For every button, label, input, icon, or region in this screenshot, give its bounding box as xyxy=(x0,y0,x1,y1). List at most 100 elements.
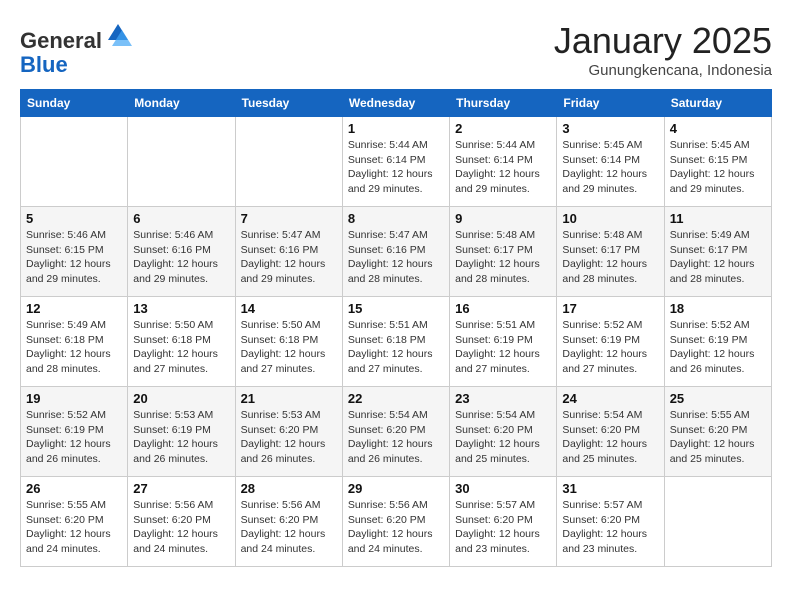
calendar-cell: 22 Sunrise: 5:54 AM Sunset: 6:20 PM Dayli… xyxy=(342,387,449,477)
calendar-cell xyxy=(128,117,235,207)
day-number: 25 xyxy=(670,391,766,406)
calendar-cell: 3 Sunrise: 5:45 AM Sunset: 6:14 PM Daylig… xyxy=(557,117,664,207)
day-info: Sunrise: 5:44 AM Sunset: 6:14 PM Dayligh… xyxy=(348,138,444,197)
calendar-cell: 21 Sunrise: 5:53 AM Sunset: 6:20 PM Dayli… xyxy=(235,387,342,477)
day-info: Sunrise: 5:54 AM Sunset: 6:20 PM Dayligh… xyxy=(348,408,444,467)
calendar-cell: 20 Sunrise: 5:53 AM Sunset: 6:19 PM Dayli… xyxy=(128,387,235,477)
weekday-header-cell: Monday xyxy=(128,90,235,117)
calendar-week-row: 1Sunrise: 5:44 AM Sunset: 6:14 PM Daylig… xyxy=(21,117,772,207)
day-info: Sunrise: 5:54 AM Sunset: 6:20 PM Dayligh… xyxy=(562,408,658,467)
day-number: 21 xyxy=(241,391,337,406)
day-info: Sunrise: 5:53 AM Sunset: 6:19 PM Dayligh… xyxy=(133,408,229,467)
day-number: 9 xyxy=(455,211,551,226)
calendar-cell: 15Sunrise: 5:51 AM Sunset: 6:18 PM Dayli… xyxy=(342,297,449,387)
day-info: Sunrise: 5:50 AM Sunset: 6:18 PM Dayligh… xyxy=(241,318,337,377)
day-info: Sunrise: 5:56 AM Sunset: 6:20 PM Dayligh… xyxy=(348,498,444,557)
day-number: 20 xyxy=(133,391,229,406)
day-number: 22 xyxy=(348,391,444,406)
weekday-header-cell: Sunday xyxy=(21,90,128,117)
calendar-table: SundayMondayTuesdayWednesdayThursdayFrid… xyxy=(20,89,772,567)
day-info: Sunrise: 5:47 AM Sunset: 6:16 PM Dayligh… xyxy=(241,228,337,287)
calendar-cell: 29 Sunrise: 5:56 AM Sunset: 6:20 PM Dayli… xyxy=(342,477,449,567)
day-info: Sunrise: 5:49 AM Sunset: 6:18 PM Dayligh… xyxy=(26,318,122,377)
day-number: 4 xyxy=(670,121,766,136)
day-info: Sunrise: 5:52 AM Sunset: 6:19 PM Dayligh… xyxy=(670,318,766,377)
logo-general-text: General xyxy=(20,28,102,53)
day-number: 13 xyxy=(133,301,229,316)
day-number: 26 xyxy=(26,481,122,496)
day-number: 29 xyxy=(348,481,444,496)
day-number: 28 xyxy=(241,481,337,496)
day-info: Sunrise: 5:51 AM Sunset: 6:19 PM Dayligh… xyxy=(455,318,551,377)
day-number: 8 xyxy=(348,211,444,226)
calendar-cell: 1Sunrise: 5:44 AM Sunset: 6:14 PM Daylig… xyxy=(342,117,449,207)
weekday-header-cell: Saturday xyxy=(664,90,771,117)
calendar-cell: 28 Sunrise: 5:56 AM Sunset: 6:20 PM Dayli… xyxy=(235,477,342,567)
weekday-header-row: SundayMondayTuesdayWednesdayThursdayFrid… xyxy=(21,90,772,117)
calendar-cell: 26 Sunrise: 5:55 AM Sunset: 6:20 PM Dayli… xyxy=(21,477,128,567)
day-number: 7 xyxy=(241,211,337,226)
calendar-cell: 12Sunrise: 5:49 AM Sunset: 6:18 PM Dayli… xyxy=(21,297,128,387)
weekday-header-cell: Tuesday xyxy=(235,90,342,117)
day-info: Sunrise: 5:49 AM Sunset: 6:17 PM Dayligh… xyxy=(670,228,766,287)
calendar-title: January 2025 xyxy=(554,20,772,62)
day-info: Sunrise: 5:47 AM Sunset: 6:16 PM Dayligh… xyxy=(348,228,444,287)
day-number: 24 xyxy=(562,391,658,406)
calendar-cell: 6Sunrise: 5:46 AM Sunset: 6:16 PM Daylig… xyxy=(128,207,235,297)
calendar-cell: 17 Sunrise: 5:52 AM Sunset: 6:19 PM Dayli… xyxy=(557,297,664,387)
calendar-cell xyxy=(235,117,342,207)
day-info: Sunrise: 5:55 AM Sunset: 6:20 PM Dayligh… xyxy=(26,498,122,557)
day-number: 30 xyxy=(455,481,551,496)
calendar-cell: 31 Sunrise: 5:57 AM Sunset: 6:20 PM Dayli… xyxy=(557,477,664,567)
day-info: Sunrise: 5:44 AM Sunset: 6:14 PM Dayligh… xyxy=(455,138,551,197)
calendar-cell: 11 Sunrise: 5:49 AM Sunset: 6:17 PM Dayli… xyxy=(664,207,771,297)
calendar-cell: 13 Sunrise: 5:50 AM Sunset: 6:18 PM Dayli… xyxy=(128,297,235,387)
calendar-week-row: 5Sunrise: 5:46 AM Sunset: 6:15 PM Daylig… xyxy=(21,207,772,297)
day-info: Sunrise: 5:48 AM Sunset: 6:17 PM Dayligh… xyxy=(455,228,551,287)
calendar-cell: 30Sunrise: 5:57 AM Sunset: 6:20 PM Dayli… xyxy=(450,477,557,567)
day-number: 23 xyxy=(455,391,551,406)
day-number: 14 xyxy=(241,301,337,316)
weekday-header-cell: Friday xyxy=(557,90,664,117)
calendar-cell xyxy=(664,477,771,567)
calendar-cell: 2 Sunrise: 5:44 AM Sunset: 6:14 PM Daylig… xyxy=(450,117,557,207)
calendar-cell: 8 Sunrise: 5:47 AM Sunset: 6:16 PM Daylig… xyxy=(342,207,449,297)
calendar-week-row: 26 Sunrise: 5:55 AM Sunset: 6:20 PM Dayli… xyxy=(21,477,772,567)
calendar-cell: 4 Sunrise: 5:45 AM Sunset: 6:15 PM Daylig… xyxy=(664,117,771,207)
day-number: 16 xyxy=(455,301,551,316)
day-info: Sunrise: 5:52 AM Sunset: 6:19 PM Dayligh… xyxy=(562,318,658,377)
day-number: 11 xyxy=(670,211,766,226)
day-info: Sunrise: 5:45 AM Sunset: 6:15 PM Dayligh… xyxy=(670,138,766,197)
weekday-header-cell: Thursday xyxy=(450,90,557,117)
calendar-cell: 10Sunrise: 5:48 AM Sunset: 6:17 PM Dayli… xyxy=(557,207,664,297)
page-header: General Blue January 2025 Gunungkencana,… xyxy=(20,20,772,79)
calendar-cell: 14 Sunrise: 5:50 AM Sunset: 6:18 PM Dayli… xyxy=(235,297,342,387)
day-info: Sunrise: 5:48 AM Sunset: 6:17 PM Dayligh… xyxy=(562,228,658,287)
day-number: 17 xyxy=(562,301,658,316)
day-info: Sunrise: 5:56 AM Sunset: 6:20 PM Dayligh… xyxy=(133,498,229,557)
calendar-cell: 9 Sunrise: 5:48 AM Sunset: 6:17 PM Daylig… xyxy=(450,207,557,297)
day-info: Sunrise: 5:54 AM Sunset: 6:20 PM Dayligh… xyxy=(455,408,551,467)
calendar-body: 1Sunrise: 5:44 AM Sunset: 6:14 PM Daylig… xyxy=(21,117,772,567)
calendar-cell: 25Sunrise: 5:55 AM Sunset: 6:20 PM Dayli… xyxy=(664,387,771,477)
calendar-cell: 27Sunrise: 5:56 AM Sunset: 6:20 PM Dayli… xyxy=(128,477,235,567)
logo-icon xyxy=(104,20,132,48)
calendar-cell: 18Sunrise: 5:52 AM Sunset: 6:19 PM Dayli… xyxy=(664,297,771,387)
calendar-cell: 7 Sunrise: 5:47 AM Sunset: 6:16 PM Daylig… xyxy=(235,207,342,297)
day-number: 3 xyxy=(562,121,658,136)
day-info: Sunrise: 5:50 AM Sunset: 6:18 PM Dayligh… xyxy=(133,318,229,377)
day-info: Sunrise: 5:45 AM Sunset: 6:14 PM Dayligh… xyxy=(562,138,658,197)
day-info: Sunrise: 5:56 AM Sunset: 6:20 PM Dayligh… xyxy=(241,498,337,557)
calendar-cell: 5Sunrise: 5:46 AM Sunset: 6:15 PM Daylig… xyxy=(21,207,128,297)
day-number: 2 xyxy=(455,121,551,136)
day-number: 19 xyxy=(26,391,122,406)
day-info: Sunrise: 5:52 AM Sunset: 6:19 PM Dayligh… xyxy=(26,408,122,467)
calendar-cell: 24 Sunrise: 5:54 AM Sunset: 6:20 PM Dayli… xyxy=(557,387,664,477)
day-info: Sunrise: 5:53 AM Sunset: 6:20 PM Dayligh… xyxy=(241,408,337,467)
day-number: 31 xyxy=(562,481,658,496)
day-info: Sunrise: 5:57 AM Sunset: 6:20 PM Dayligh… xyxy=(562,498,658,557)
calendar-cell xyxy=(21,117,128,207)
title-block: January 2025 Gunungkencana, Indonesia xyxy=(554,20,772,79)
calendar-week-row: 19 Sunrise: 5:52 AM Sunset: 6:19 PM Dayli… xyxy=(21,387,772,477)
day-number: 6 xyxy=(133,211,229,226)
